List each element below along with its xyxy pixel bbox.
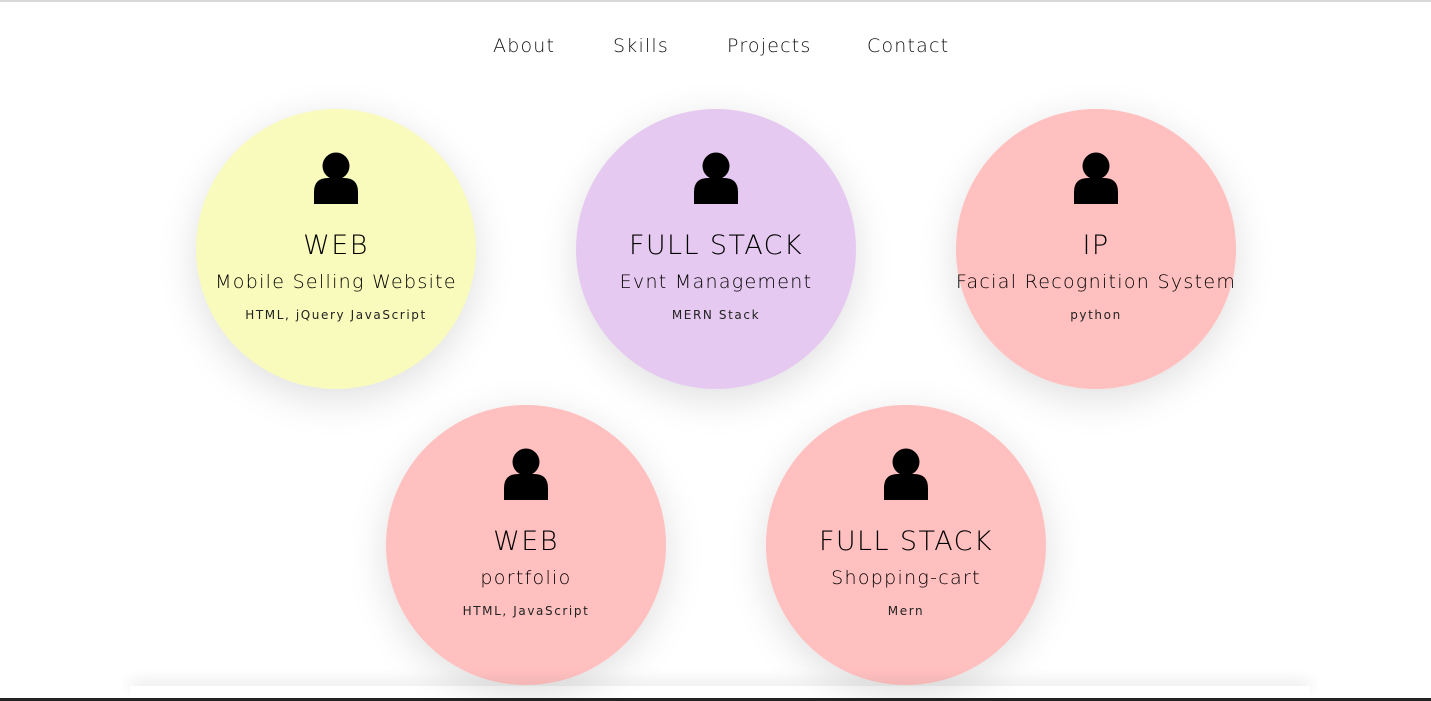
project-title: Mobile Selling Website <box>215 271 457 293</box>
user-icon <box>884 448 928 500</box>
project-category: FULL STACK <box>818 526 994 557</box>
project-card-evnt-management[interactable]: FULL STACK Evnt Management MERN Stack <box>576 109 856 389</box>
project-card-mobile-selling-website[interactable]: WEB Mobile Selling Website HTML, jQuery … <box>196 109 476 389</box>
portfolio-page: About Skills Projects Contact WEB Mobile… <box>0 0 1431 701</box>
nav-skills[interactable]: Skills <box>613 35 669 57</box>
project-category: IP <box>1082 230 1110 261</box>
project-title: Shopping-cart <box>831 567 981 589</box>
project-card-facial-recognition-system[interactable]: IP Facial Recognition System python <box>956 109 1236 389</box>
nav-contact[interactable]: Contact <box>867 35 949 57</box>
user-icon <box>1074 152 1118 204</box>
project-card-shopping-cart[interactable]: FULL STACK Shopping-cart Mern <box>766 405 1046 685</box>
project-tech: Mern <box>887 604 925 618</box>
project-title: Facial Recognition System <box>956 271 1237 293</box>
project-tech: python <box>1070 308 1122 322</box>
project-tech: MERN Stack <box>671 308 761 322</box>
project-card-portfolio[interactable]: WEB portfolio HTML, JavaScript <box>386 405 666 685</box>
nav-projects[interactable]: Projects <box>727 35 812 57</box>
project-tech: HTML, JavaScript <box>462 604 590 618</box>
project-category: WEB <box>493 526 559 557</box>
project-tech: HTML, jQuery JavaScript <box>245 308 427 322</box>
project-category: FULL STACK <box>628 230 804 261</box>
project-category: WEB <box>303 230 369 261</box>
project-title: Evnt Management <box>619 271 813 293</box>
user-icon <box>694 152 738 204</box>
user-icon <box>314 152 358 204</box>
top-divider <box>0 0 1431 2</box>
footer-shadow <box>130 686 1310 698</box>
user-icon <box>504 448 548 500</box>
nav-about[interactable]: About <box>493 35 555 57</box>
project-title: portfolio <box>480 567 572 589</box>
